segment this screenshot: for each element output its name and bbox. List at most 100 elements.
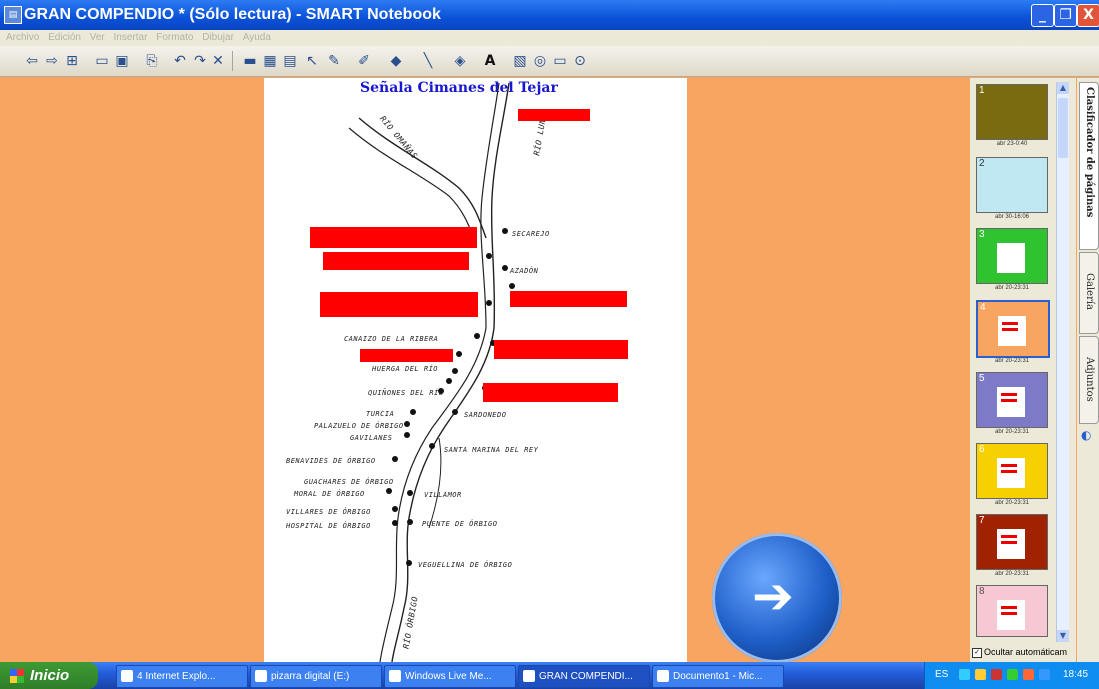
answer-cover-box[interactable] [320, 292, 478, 317]
capture-icon[interactable]: ◎ [532, 53, 548, 69]
answer-cover-box[interactable] [494, 340, 628, 359]
answer-cover-box[interactable] [483, 383, 618, 402]
language-indicator[interactable]: ES [935, 669, 948, 680]
place-dot [474, 333, 480, 339]
next-page-button[interactable]: ➔ [712, 533, 842, 663]
place-label-huerga: HUERGA DEL RÍO [372, 365, 439, 373]
thumbnail-preview [997, 243, 1025, 273]
screen-shade-icon[interactable]: ▬ [242, 53, 258, 69]
windows-flag-icon [10, 669, 24, 684]
answer-cover-box[interactable] [310, 227, 477, 248]
page-thumbnail[interactable]: 7 [976, 514, 1048, 570]
place-dot [446, 378, 452, 384]
redo-icon[interactable]: ↷ [192, 53, 208, 69]
tray-app-icon[interactable] [1023, 669, 1034, 680]
task-documento1[interactable]: Documento1 - Mic... [652, 665, 784, 688]
paste-icon[interactable]: ⎘ [144, 53, 160, 69]
add-page-icon[interactable]: ⊞ [64, 53, 80, 69]
properties-icon[interactable]: ▧ [512, 53, 528, 69]
page-thumbnail[interactable]: 8 [976, 585, 1048, 637]
close-button[interactable]: X [1077, 4, 1099, 27]
place-dot [452, 409, 458, 415]
place-dot [404, 432, 410, 438]
task-pizarra[interactable]: pizarra digital (E:) [250, 665, 382, 688]
tab-gallery[interactable]: Galería [1079, 252, 1099, 334]
minimize-button[interactable]: _ [1031, 4, 1054, 27]
sorter-scrollbar[interactable]: ▲ ▼ [1056, 82, 1069, 642]
more-icon[interactable]: ▭ [552, 53, 568, 69]
undo-icon[interactable]: ↶ [172, 53, 188, 69]
updates-icon[interactable] [1007, 669, 1018, 680]
page-thumbnail[interactable]: 1 [976, 84, 1048, 140]
auto-hide-option[interactable]: ✓ Ocultar automáticam [972, 647, 1067, 658]
text-icon[interactable]: A [482, 53, 498, 69]
tab-page-sorter[interactable]: Clasificador de páginas [1079, 82, 1099, 250]
page-thumbnail[interactable]: 2 [976, 157, 1048, 213]
fullscreen-icon[interactable]: ▦ [262, 53, 278, 69]
menu-ver[interactable]: Ver [90, 30, 105, 46]
system-tray: ES 18:45 [924, 662, 1099, 689]
place-label-moral: MORAL DE ÓRBIGO [294, 490, 365, 498]
river-luna-bank-1 [490, 82, 510, 329]
help-icon[interactable]: ⊙ [572, 53, 588, 69]
place-label-puente: PUENTE DE ÓRBIGO [422, 520, 498, 528]
creative-pen-icon[interactable]: ✐ [356, 53, 372, 69]
task-internet-explorer[interactable]: 4 Internet Explo... [116, 665, 248, 688]
menu-edicion[interactable]: Edición [48, 30, 81, 46]
page-thumbnail[interactable]: 5 [976, 372, 1048, 428]
open-icon[interactable]: ▭ [94, 53, 110, 69]
answer-cover-box[interactable] [518, 109, 590, 121]
place-label-palazuelo: PALAZUELO DE ÓRBIGO [314, 422, 404, 430]
task-windows-live[interactable]: Windows Live Me... [384, 665, 516, 688]
fill-icon[interactable]: ◈ [452, 53, 468, 69]
place-dot [386, 488, 392, 494]
line-icon[interactable]: ╲ [420, 53, 436, 69]
menu-archivo[interactable]: Archivo [6, 30, 39, 46]
next-page-icon[interactable]: ⇨ [44, 53, 60, 69]
network-icon[interactable] [959, 669, 970, 680]
map-page[interactable]: Señala Cimanes del Tejar RÍO OMAÑAS RÍO … [264, 78, 687, 662]
volume-icon[interactable] [975, 669, 986, 680]
scrollbar-thumb[interactable] [1058, 98, 1068, 158]
table-icon[interactable]: ▤ [282, 53, 298, 69]
page-thumbnail[interactable]: 6 [976, 443, 1048, 499]
place-label-gavilanes: GAVILANES [350, 434, 393, 442]
delete-icon[interactable]: ✕ [210, 53, 226, 69]
scroll-down-icon[interactable]: ▼ [1057, 630, 1069, 642]
eraser-icon[interactable]: ◆ [388, 53, 404, 69]
menu-dibujar[interactable]: Dibujar [202, 30, 234, 46]
answer-cover-box[interactable] [323, 252, 469, 270]
scroll-up-icon[interactable]: ▲ [1057, 82, 1069, 94]
save-icon[interactable]: ▣ [114, 53, 130, 69]
notebook-icon [523, 670, 535, 683]
answer-cover-box[interactable] [510, 291, 627, 307]
tab-attachments[interactable]: Adjuntos [1079, 336, 1099, 424]
place-dot [502, 228, 508, 234]
start-button[interactable]: Inicio [0, 662, 98, 689]
task-gran-compendio[interactable]: GRAN COMPENDI... [518, 665, 650, 688]
answer-cover-box[interactable] [360, 349, 453, 362]
page-thumbnail[interactable]: 3 [976, 228, 1048, 284]
select-arrow-icon[interactable]: ↖ [304, 53, 320, 69]
place-label-turcia: TURCIA [366, 410, 395, 418]
security-icon[interactable] [991, 669, 1002, 680]
page-thumbnail-selected[interactable]: 4 [976, 300, 1050, 358]
auto-hide-checkbox[interactable]: ✓ [972, 647, 982, 658]
menu-ayuda[interactable]: Ayuda [243, 30, 271, 46]
properties-tab-icon[interactable]: ◐ [1081, 428, 1091, 442]
menu-formato[interactable]: Formato [156, 30, 193, 46]
place-dot [406, 560, 412, 566]
place-dot [410, 409, 416, 415]
maximize-button[interactable]: ❐ [1054, 4, 1077, 27]
place-dot [429, 443, 435, 449]
prev-page-icon[interactable]: ⇦ [24, 53, 40, 69]
bluetooth-icon[interactable] [1039, 669, 1050, 680]
place-dot [486, 253, 492, 259]
drive-icon [255, 670, 267, 683]
thumbnail-date: abr 30-16:06 [994, 214, 1030, 220]
thumbnail-preview [997, 458, 1025, 488]
pen-icon[interactable]: ✎ [326, 53, 342, 69]
menu-insertar[interactable]: Insertar [114, 30, 148, 46]
thumbnail-date: abr 20-23:31 [994, 500, 1030, 506]
auto-hide-label: Ocultar automáticam [984, 647, 1068, 657]
